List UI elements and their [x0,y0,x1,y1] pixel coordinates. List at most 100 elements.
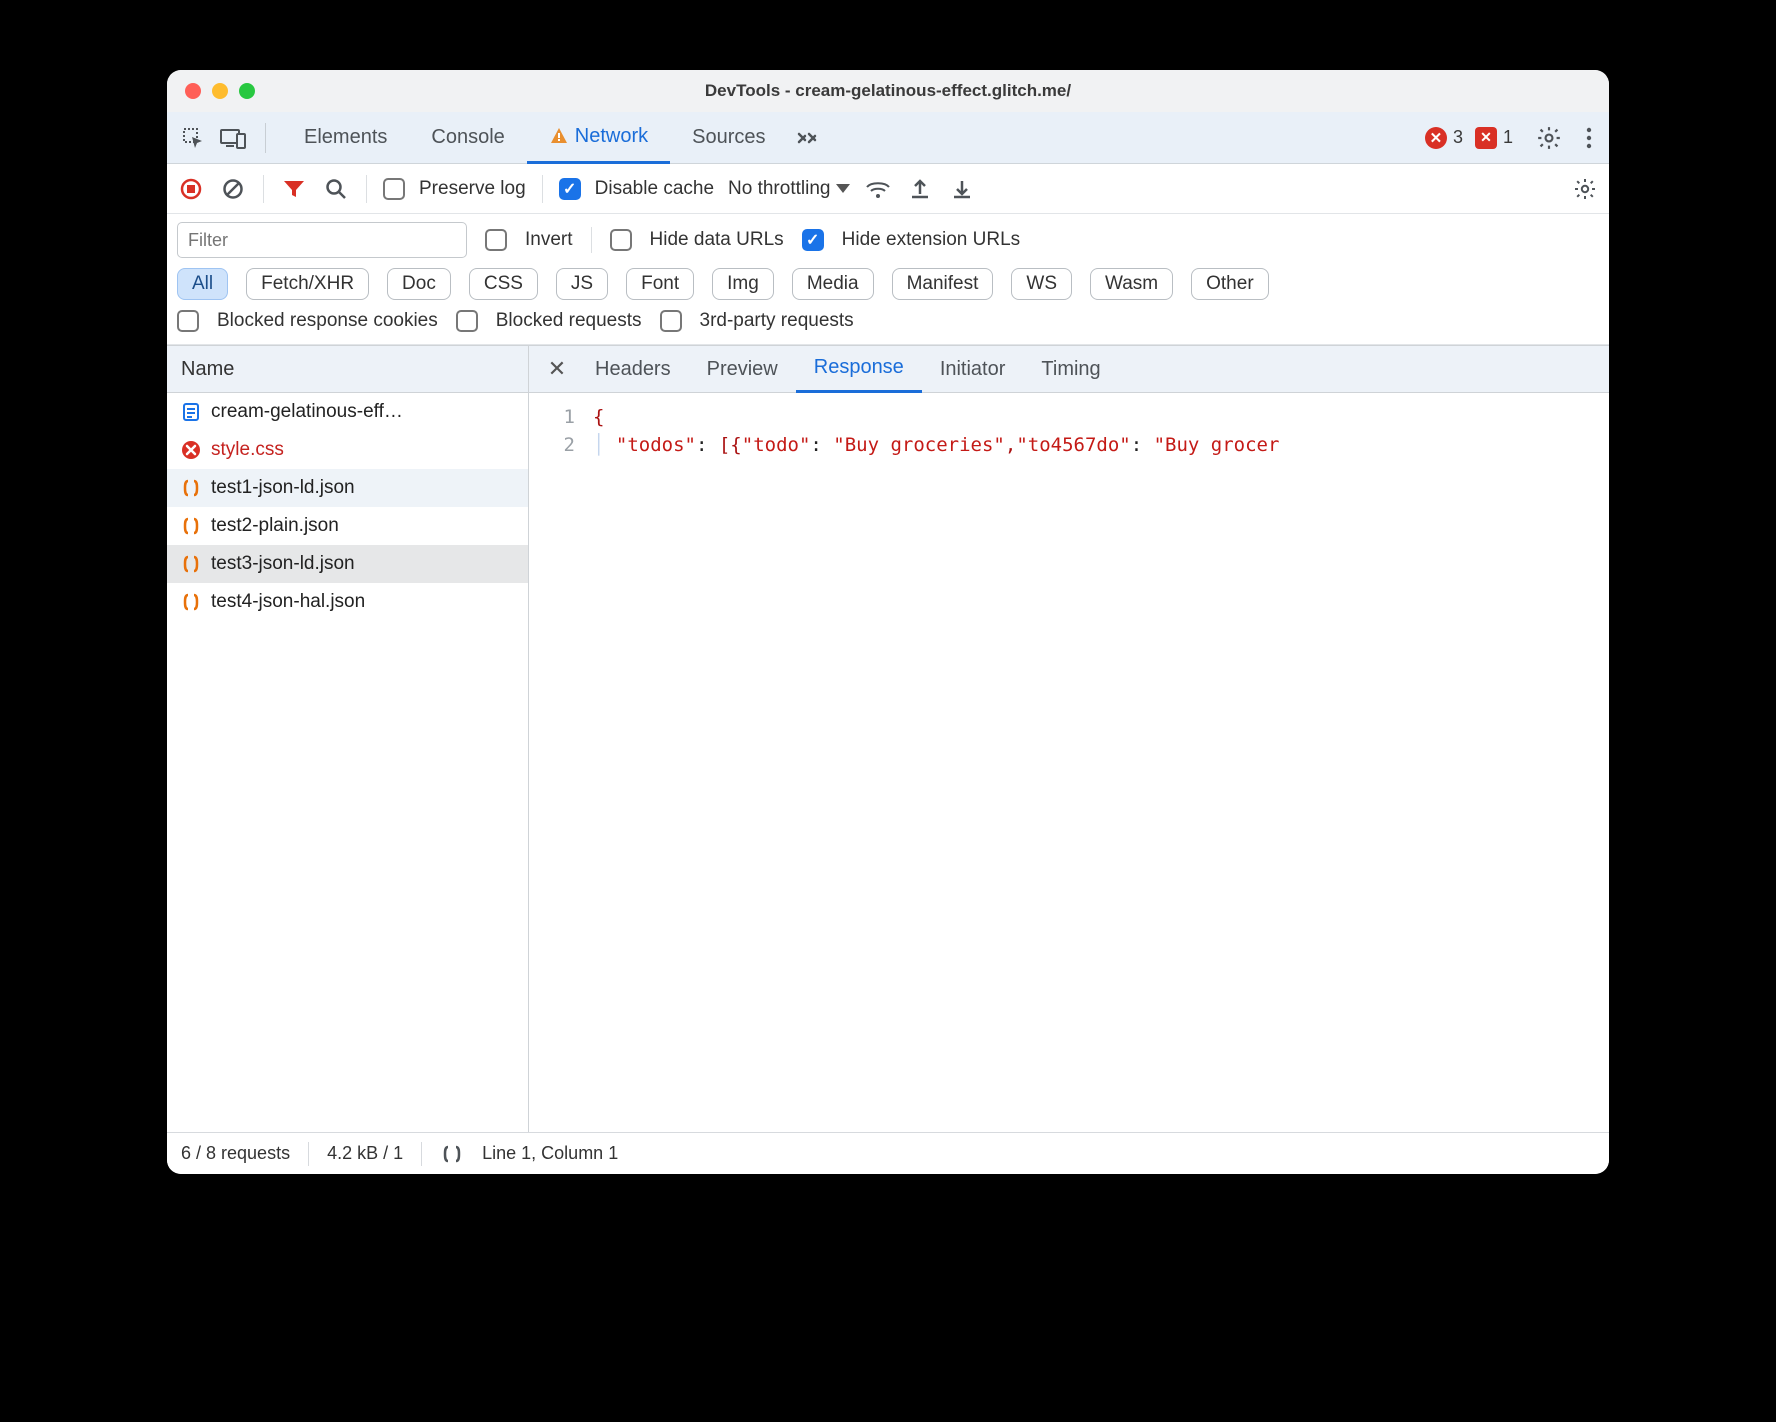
detail-tab-response[interactable]: Response [796,345,922,393]
separator [591,227,592,253]
tab-console[interactable]: Console [409,112,526,164]
request-name: test4-json-hal.json [211,591,365,613]
error-icon [181,440,201,460]
code-token: "to4567do" [1016,434,1130,456]
blocked-cookies-checkbox[interactable] [177,310,199,332]
network-main: Name cream-gelatinous-eff… style.css [167,345,1609,1132]
line-gutter: 1 2 [529,393,585,1132]
filter-input[interactable] [177,222,467,258]
request-row[interactable]: test4-json-hal.json [167,583,528,621]
tab-elements[interactable]: Elements [282,112,409,164]
blocked-cookies-label: Blocked response cookies [217,310,438,332]
tab-network-label: Network [575,125,648,148]
request-name: test2-plain.json [211,515,339,537]
separator [265,123,266,153]
preserve-log-checkbox[interactable] [383,178,405,200]
preserve-log-label: Preserve log [419,178,526,200]
chip-js[interactable]: JS [556,268,608,300]
separator [542,175,543,203]
filter-bar: Invert Hide data URLs Hide extension URL… [167,214,1609,345]
pretty-print-icon[interactable] [440,1144,464,1164]
close-detail-button[interactable]: ✕ [537,345,577,393]
chip-doc[interactable]: Doc [387,268,451,300]
json-icon [181,592,201,612]
network-conditions-icon[interactable] [864,175,892,203]
record-button[interactable] [177,175,205,203]
hide-extension-urls-checkbox[interactable] [802,229,824,251]
chip-wasm[interactable]: Wasm [1090,268,1173,300]
name-column-header[interactable]: Name [167,345,528,393]
upload-har-icon[interactable] [906,175,934,203]
code-token: [{ [719,434,742,456]
request-row[interactable]: style.css [167,431,528,469]
chip-all[interactable]: All [177,268,228,300]
chip-other[interactable]: Other [1191,268,1269,300]
more-tabs-icon[interactable] [794,124,822,152]
chip-media[interactable]: Media [792,268,874,300]
invert-checkbox[interactable] [485,229,507,251]
issue-icon: ✕ [1475,127,1497,149]
hide-data-urls-checkbox[interactable] [610,229,632,251]
kebab-menu-icon[interactable] [1575,124,1603,152]
type-filter-chips: All Fetch/XHR Doc CSS JS Font Img Media … [177,268,1599,300]
inspect-icon[interactable] [179,124,207,152]
throttling-select[interactable]: No throttling [728,178,850,200]
chip-manifest[interactable]: Manifest [892,268,994,300]
request-row[interactable]: cream-gelatinous-eff… [167,393,528,431]
blocked-requests-checkbox[interactable] [456,310,478,332]
chip-fetch-xhr[interactable]: Fetch/XHR [246,268,369,300]
chip-ws[interactable]: WS [1011,268,1072,300]
request-list-column: Name cream-gelatinous-eff… style.css [167,345,529,1132]
third-party-checkbox[interactable] [660,310,682,332]
separator [366,175,367,203]
request-row-selected[interactable]: test3-json-ld.json [167,545,528,583]
download-har-icon[interactable] [948,175,976,203]
status-bar: 6 / 8 requests 4.2 kB / 1 Line 1, Column… [167,1132,1609,1174]
panel-tabrow: Elements Console Network Sources ✕ 3 ✕ 1 [167,112,1609,164]
chip-img[interactable]: Img [712,268,774,300]
request-name: test3-json-ld.json [211,553,355,575]
chip-css[interactable]: CSS [469,268,538,300]
detail-tab-preview[interactable]: Preview [689,345,796,393]
clear-button[interactable] [219,175,247,203]
request-name: style.css [211,439,284,461]
error-count[interactable]: ✕ 3 [1425,127,1463,149]
detail-tab-headers[interactable]: Headers [577,345,689,393]
device-toolbar-icon[interactable] [219,124,247,152]
request-row[interactable]: test1-json-ld.json [167,469,528,507]
request-list: cream-gelatinous-eff… style.css test1-js… [167,393,528,621]
chip-font[interactable]: Font [626,268,694,300]
response-code-area[interactable]: 1 2 { │ "todos": [{"todo": "Buy grocerie… [529,393,1609,1132]
panel-tabs: Elements Console Network Sources [282,112,822,164]
document-icon [181,402,201,422]
code-token: "todo" [742,434,811,456]
blocked-requests-label: Blocked requests [496,310,642,332]
disable-cache-checkbox[interactable] [559,178,581,200]
request-name: test1-json-ld.json [211,477,355,499]
settings-icon[interactable] [1535,124,1563,152]
line-number: 2 [529,431,575,459]
request-row[interactable]: test2-plain.json [167,507,528,545]
error-icon: ✕ [1425,127,1447,149]
code-content[interactable]: { │ "todos": [{"todo": "Buy groceries","… [585,393,1609,1132]
status-transfer: 4.2 kB / 1 [327,1143,403,1164]
detail-tab-initiator[interactable]: Initiator [922,345,1024,393]
detail-tab-timing[interactable]: Timing [1023,345,1118,393]
tab-sources[interactable]: Sources [670,112,787,164]
devtools-window: DevTools - cream-gelatinous-effect.glitc… [167,70,1609,1174]
filter-toggle-icon[interactable] [280,175,308,203]
request-name: cream-gelatinous-eff… [211,401,403,423]
warning-icon [549,126,569,146]
separator [308,1142,309,1166]
code-token: "todos" [616,434,696,456]
status-requests: 6 / 8 requests [181,1143,290,1164]
titlebar: DevTools - cream-gelatinous-effect.glitc… [167,70,1609,112]
network-settings-icon[interactable] [1571,175,1599,203]
issue-count-value: 1 [1503,127,1513,148]
issue-count[interactable]: ✕ 1 [1475,127,1513,149]
code-token: { [593,406,604,428]
json-icon [181,554,201,574]
search-icon[interactable] [322,175,350,203]
throttling-value: No throttling [728,178,830,200]
tab-network[interactable]: Network [527,112,670,164]
